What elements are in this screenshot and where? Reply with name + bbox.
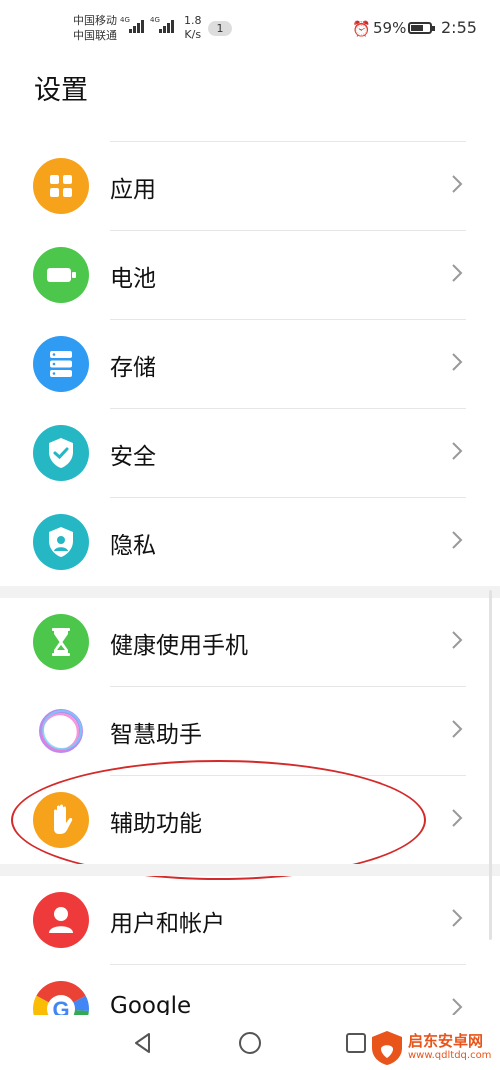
section-gap xyxy=(0,586,500,598)
status-bar: 中国移动 中国联通 4G 4G 1.8 K/s 1 ⏰ 59% 2:55 xyxy=(0,0,500,58)
settings-item-security[interactable]: 安全 xyxy=(0,409,500,498)
carrier-labels: 中国移动 中国联通 xyxy=(73,13,117,43)
net-speed-unit: K/s xyxy=(184,28,202,41)
alarm-icon: ⏰ xyxy=(352,20,371,38)
shield-check-icon xyxy=(33,425,89,481)
privacy-icon xyxy=(33,514,89,570)
assistant-ring-icon xyxy=(33,703,89,759)
apps-icon xyxy=(33,158,89,214)
settings-item-label: 电池 xyxy=(110,266,156,292)
chevron-right-icon xyxy=(452,909,463,927)
scrollbar[interactable] xyxy=(489,590,492,940)
settings-item-label: 存储 xyxy=(110,355,156,381)
clock: 2:55 xyxy=(441,18,477,37)
settings-item-label: 隐私 xyxy=(110,533,156,559)
watermark-shield-icon xyxy=(372,1031,402,1065)
net-speed-value: 1.8 xyxy=(184,14,202,27)
battery-percent: 59% xyxy=(373,19,407,37)
notification-badge: 1 xyxy=(208,21,232,36)
settings-item-label: 用户和帐户 xyxy=(110,911,225,937)
chevron-right-icon xyxy=(452,264,463,282)
storage-icon xyxy=(33,336,89,392)
chevron-right-icon xyxy=(452,175,463,193)
watermark-logo: 启东安卓网 www.qdltdq.com xyxy=(370,1028,495,1068)
chevron-right-icon xyxy=(452,631,463,649)
back-icon[interactable] xyxy=(131,1031,155,1055)
settings-item-privacy[interactable]: 隐私 xyxy=(0,498,500,587)
chevron-right-icon xyxy=(452,720,463,738)
settings-item-users-accounts[interactable]: 用户和帐户 xyxy=(0,876,500,965)
highlight-circle-annotation xyxy=(11,760,426,880)
settings-item-storage[interactable]: 存储 xyxy=(0,320,500,409)
settings-item-label: 应用 xyxy=(110,177,156,203)
watermark-title: 启东安卓网 xyxy=(408,1032,484,1050)
settings-item-label: 智慧助手 xyxy=(110,722,202,748)
page-title: 设置 xyxy=(34,75,88,106)
carrier-2: 中国联通 xyxy=(73,29,117,42)
chevron-right-icon xyxy=(452,442,463,460)
battery-icon xyxy=(33,247,89,303)
user-icon xyxy=(33,892,89,948)
watermark-url: www.qdltdq.com xyxy=(408,1050,492,1061)
home-icon[interactable] xyxy=(238,1031,262,1055)
chevron-right-icon xyxy=(452,809,463,827)
signal-icon-2 xyxy=(159,19,175,33)
settings-item-label: 安全 xyxy=(110,444,156,470)
battery-icon xyxy=(408,22,435,34)
hourglass-icon xyxy=(33,614,89,670)
chevron-right-icon xyxy=(452,353,463,371)
settings-item-digital-balance[interactable]: 健康使用手机 xyxy=(0,598,500,687)
settings-item-battery[interactable]: 电池 xyxy=(0,231,500,320)
settings-item-apps[interactable]: 应用 xyxy=(0,142,500,231)
carrier-1: 中国移动 xyxy=(73,14,117,27)
chevron-right-icon xyxy=(452,531,463,549)
section-gap xyxy=(0,864,500,876)
signal-icon-1 xyxy=(129,19,145,33)
settings-item-label: 健康使用手机 xyxy=(110,633,248,659)
recents-icon[interactable] xyxy=(344,1031,368,1055)
net-speed: 1.8 K/s xyxy=(184,14,202,42)
